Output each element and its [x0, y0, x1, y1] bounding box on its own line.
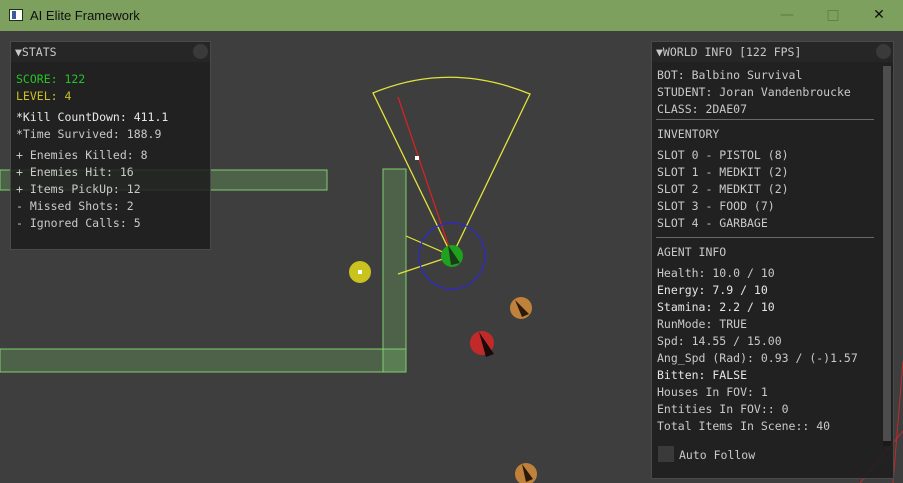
- world-info-header-label: ▼WORLD INFO [122 FPS]: [656, 45, 802, 59]
- world-info-scrollbar[interactable]: [883, 66, 891, 446]
- missed-shots-text: - Missed Shots: 2: [16, 199, 134, 213]
- item-center-marker: [358, 270, 362, 274]
- class-text: CLASS: 2DAE07: [657, 102, 748, 116]
- houses-in-fov-text: Houses In FOV: 1: [657, 385, 768, 399]
- agent-energy-text: Energy: 7.9 / 10: [657, 283, 768, 297]
- wall-vertical: [382, 168, 407, 373]
- agent-speed-text: Spd: 14.55 / 15.00: [657, 334, 782, 348]
- level-text: LEVEL: 4: [16, 89, 72, 103]
- close-button[interactable]: ✕: [856, 0, 902, 31]
- inventory-slot-4: SLOT 4 - GARBAGE: [657, 216, 768, 230]
- app-icon: [9, 9, 23, 21]
- separator: [656, 119, 874, 120]
- agent-runmode-text: RunMode: TRUE: [657, 317, 748, 331]
- world-info-panel[interactable]: ▼WORLD INFO [122 FPS] BOT: Balbino Survi…: [651, 41, 894, 479]
- time-survived-text: *Time Survived: 188.9: [16, 127, 162, 141]
- window-titlebar[interactable]: AI Elite Framework — □ ✕: [0, 0, 903, 31]
- total-items-text: Total Items In Scene:: 40: [657, 419, 831, 433]
- stats-collapse-knob[interactable]: [193, 44, 208, 59]
- agent-info-title: AGENT INFO: [657, 245, 727, 259]
- agent-health-text: Health: 10.0 / 10: [657, 266, 775, 280]
- window-title: AI Elite Framework: [30, 8, 140, 23]
- world-info-panel-header[interactable]: ▼WORLD INFO [122 FPS]: [652, 42, 893, 62]
- wall-horizontal-bottom: [0, 348, 407, 373]
- ignored-calls-text: - Ignored Calls: 5: [16, 216, 141, 230]
- auto-follow-label[interactable]: Auto Follow: [679, 448, 755, 462]
- inventory-title: INVENTORY: [657, 127, 720, 141]
- game-viewport[interactable]: ▼STATS SCORE: 122 LEVEL: 4 *Kill CountDo…: [0, 31, 903, 483]
- stats-panel-header[interactable]: ▼STATS: [11, 42, 210, 62]
- enemies-hit-text: + Enemies Hit: 16: [16, 165, 134, 179]
- items-pickup-text: + Items PickUp: 12: [16, 182, 141, 196]
- target-marker: [415, 156, 419, 160]
- score-text: SCORE: 122: [16, 72, 86, 86]
- inventory-slot-2: SLOT 2 - MEDKIT (2): [657, 182, 789, 196]
- inventory-slot-1: SLOT 1 - MEDKIT (2): [657, 165, 789, 179]
- enemies-killed-text: + Enemies Killed: 8: [16, 148, 148, 162]
- separator: [656, 237, 874, 238]
- auto-follow-checkbox[interactable]: [658, 446, 674, 462]
- agent-angular-speed-text: Ang_Spd (Rad): 0.93 / (-)1.57: [657, 351, 858, 365]
- agent-bitten-text: Bitten: FALSE: [657, 368, 748, 382]
- agent-stamina-text: Stamina: 2.2 / 10: [657, 300, 775, 314]
- minimize-button[interactable]: —: [764, 0, 810, 31]
- maximize-button[interactable]: □: [810, 0, 856, 31]
- inventory-slot-0: SLOT 0 - PISTOL (8): [657, 148, 789, 162]
- stats-header-label: ▼STATS: [15, 45, 57, 59]
- inventory-slot-3: SLOT 3 - FOOD (7): [657, 199, 775, 213]
- world-info-collapse-knob[interactable]: [876, 44, 891, 59]
- stats-panel[interactable]: ▼STATS SCORE: 122 LEVEL: 4 *Kill CountDo…: [10, 41, 211, 250]
- bot-name-text: BOT: Balbino Survival: [657, 68, 803, 82]
- scrollbar-thumb[interactable]: [883, 66, 891, 441]
- kill-countdown-text: *Kill CountDown: 411.1: [16, 110, 169, 124]
- entities-in-fov-text: Entities In FOV:: 0: [657, 402, 789, 416]
- student-text: STUDENT: Joran Vandenbroucke: [657, 85, 851, 99]
- world-border-line-2: [892, 360, 903, 483]
